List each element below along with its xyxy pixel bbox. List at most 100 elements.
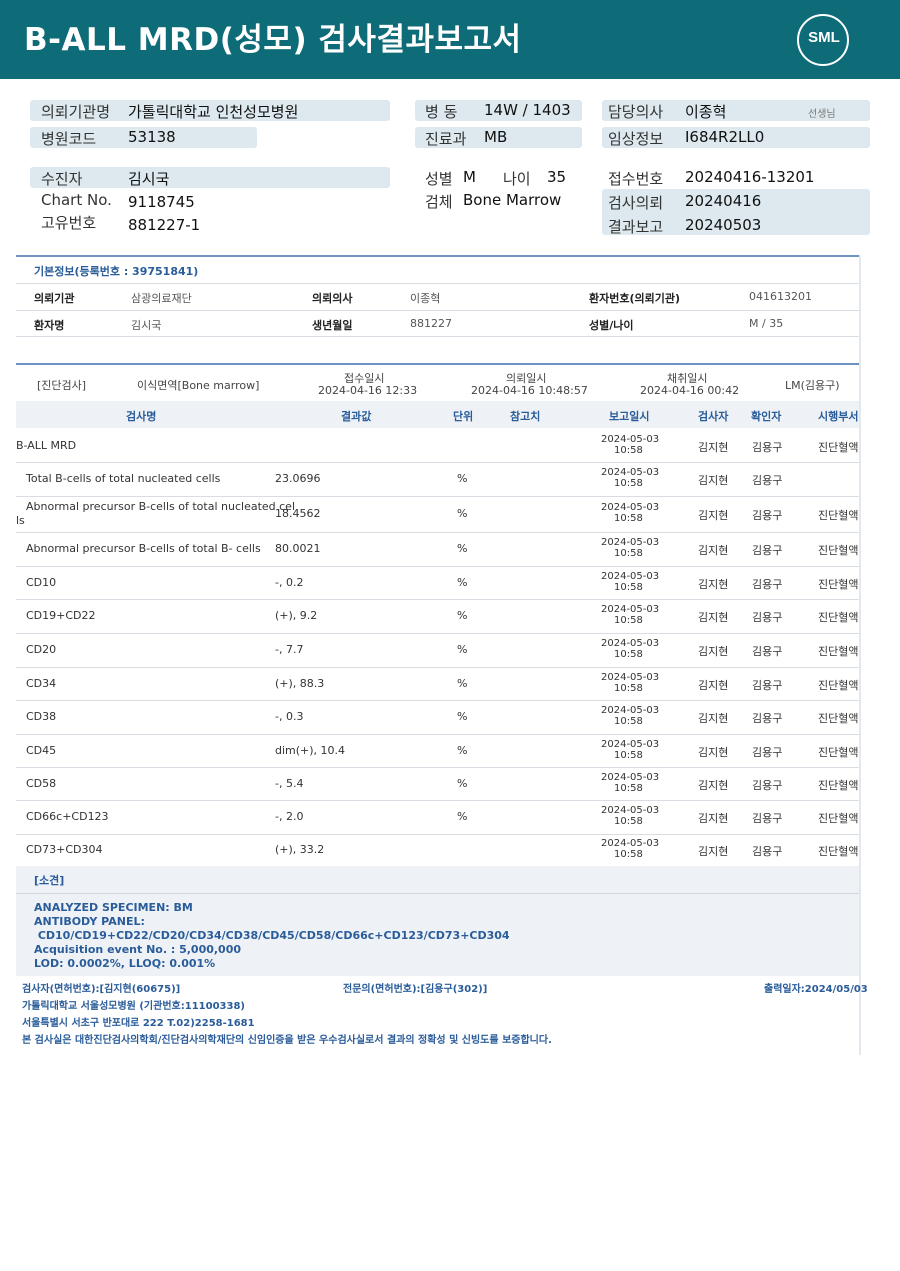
receipt-value: 20240416-13201	[685, 168, 815, 186]
tester: 김지현	[698, 474, 729, 487]
test-name: CD10	[26, 575, 57, 589]
row-divider	[16, 599, 859, 600]
patient-value: 김시국	[128, 170, 170, 188]
report-date: 2024-05-03	[601, 570, 660, 582]
unit: %	[457, 743, 468, 757]
result-value: (+), 88.3	[275, 676, 325, 690]
basic-label: 의뢰기관	[34, 292, 75, 305]
unit: %	[457, 710, 468, 723]
divider	[16, 893, 859, 894]
report-time: 10:58	[614, 478, 643, 489]
diag-reviewer: LM(김용구)	[785, 379, 840, 392]
unit: %	[457, 575, 468, 589]
tester: 김지현	[698, 712, 729, 725]
basic-label: 환자번호(의뢰기관)	[589, 292, 681, 305]
department: 진단혈액	[818, 712, 859, 725]
tester: 김지현	[698, 678, 729, 692]
comment-title: [소견]	[34, 874, 65, 887]
report-date: 2024-05-03	[601, 537, 660, 548]
specialist-license: 전문의(면허번호):[김용구(302)]	[343, 984, 488, 995]
report-date: 2024-05-03	[601, 604, 660, 615]
test-name: Abnormal precursor B-cells of total nucl…	[26, 500, 296, 513]
report-time: 10:58	[614, 444, 643, 456]
uid-label: 고유번호	[41, 214, 97, 232]
basic-value: M / 35	[749, 317, 784, 330]
sml-logo: SML	[797, 14, 849, 66]
diag-category: [진단검사]	[37, 379, 87, 392]
confirmer: 김용구	[752, 745, 783, 759]
unit: %	[457, 472, 468, 485]
confirmer: 김용구	[752, 845, 783, 858]
report-time: 10:58	[614, 513, 643, 524]
test-name: CD38	[26, 710, 57, 723]
basic-value: 881227	[410, 317, 452, 330]
tester: 김지현	[698, 509, 729, 522]
comment-line: CD10/CD19+CD22/CD20/CD34/CD38/CD45/CD58/…	[34, 929, 510, 942]
col-header: 시행부서	[818, 410, 859, 423]
result-value: -, 2.0	[275, 810, 304, 823]
confirmer: 김용구	[752, 812, 783, 825]
report-date: 2024-05-03	[601, 738, 660, 750]
report-date: 2024-05-03	[601, 638, 660, 649]
department: 진단혈액	[818, 645, 859, 658]
tester: 김지현	[698, 812, 729, 825]
request-value: 20240416	[685, 192, 762, 210]
sex-value: M	[463, 168, 476, 186]
tester: 김지현	[698, 845, 729, 858]
unit: %	[457, 776, 468, 790]
col-header: 참고치	[510, 410, 541, 423]
basic-value: 이종혁	[410, 292, 441, 305]
tester: 김지현	[698, 645, 729, 658]
result-value: 80.0021	[275, 542, 321, 555]
result-value: (+), 9.2	[275, 609, 318, 622]
collected-value: 2024-04-16 00:42	[640, 384, 740, 397]
clinical-value: I684R2LL0	[685, 128, 765, 146]
tester-license: 검사자(면허번호):[김지현(60675)]	[22, 984, 181, 995]
basic-info-title: 기본정보(등록번호 : 39751841)	[34, 265, 199, 278]
report-title: B-ALL MRD(성모) 검사결과보고서	[24, 22, 522, 58]
tester: 김지현	[698, 745, 729, 759]
age-label: 나이	[503, 170, 531, 188]
report-header: B-ALL MRD(성모) 검사결과보고서 SML	[0, 0, 900, 79]
specimen-value: Bone Marrow	[463, 191, 562, 209]
ward-label: 병 동	[425, 103, 458, 121]
report-time: 10:58	[614, 548, 643, 559]
basic-label: 생년월일	[312, 319, 353, 332]
receipt-label: 접수번호	[608, 170, 664, 188]
department: 진단혈액	[818, 812, 859, 825]
row-divider	[16, 496, 859, 497]
test-name: B-ALL MRD	[16, 438, 77, 452]
tester: 김지현	[698, 577, 729, 591]
comment-line: ANALYZED SPECIMEN: BM	[34, 901, 193, 914]
requested-value: 2024-04-16 10:48:57	[471, 384, 588, 397]
ward-value: 14W / 1403	[484, 101, 571, 119]
hospital-code-label: 병원코드	[41, 130, 97, 148]
test-name-wrap: ls	[16, 514, 25, 527]
divider	[16, 283, 859, 284]
result-value: -, 0.2	[275, 575, 304, 589]
col-header: 결과값	[341, 410, 372, 423]
test-name: CD73+CD304	[26, 843, 103, 856]
age-value: 35	[547, 168, 567, 186]
lab-address: 서울특별시 서초구 반포대로 222 T.02)2258-1681	[22, 1018, 255, 1029]
basic-label: 환자명	[34, 319, 65, 332]
department: 진단혈액	[818, 577, 859, 591]
request-label: 검사의뢰	[608, 194, 664, 212]
department: 진단혈액	[818, 678, 859, 692]
department: 진단혈액	[818, 509, 859, 522]
print-date: 출력일자:2024/05/03	[764, 984, 868, 995]
report-date: 2024-05-03	[601, 705, 660, 716]
confirmer: 김용구	[752, 712, 783, 725]
right-edge-line	[859, 255, 861, 1055]
test-name: CD66c+CD123	[26, 810, 109, 823]
report-date: 2024-05-03	[601, 838, 660, 849]
specimen-label: 검체	[425, 193, 453, 211]
comment-line: LOD: 0.0002%, LLOQ: 0.001%	[34, 957, 216, 970]
test-name: CD34	[26, 676, 57, 690]
divider	[16, 310, 859, 311]
confirmer: 김용구	[752, 611, 783, 624]
comment-line: ANTIBODY PANEL:	[34, 915, 145, 928]
department: 진단혈액	[818, 611, 859, 624]
report-date: 2024-05-03	[601, 805, 660, 816]
hospital-code-value: 53138	[128, 128, 176, 146]
